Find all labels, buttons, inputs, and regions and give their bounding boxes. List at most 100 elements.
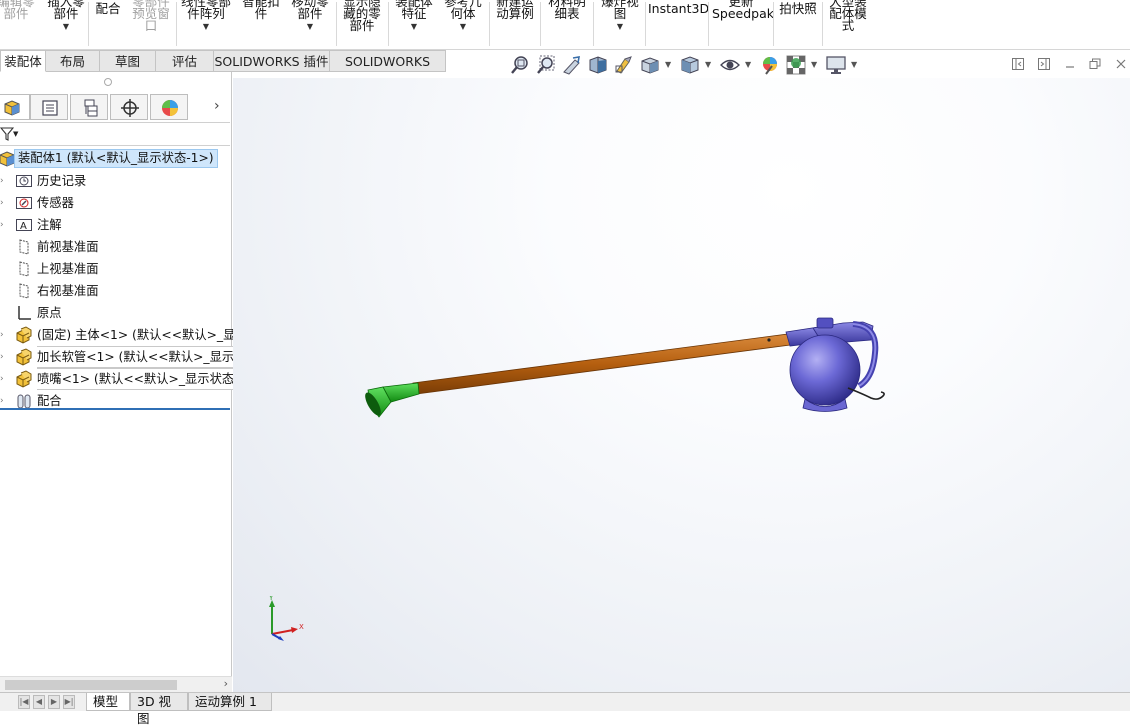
graphics-area[interactable]: Y X (233, 78, 1130, 692)
tree-item[interactable]: › 历史记录 (0, 170, 240, 192)
part-icon (15, 348, 33, 366)
chevron-down-icon[interactable]: ▼ (665, 60, 671, 69)
reference-triad: Y X (263, 594, 311, 650)
collapse-left-icon[interactable] (1011, 57, 1025, 73)
chevron-down-icon[interactable]: ▼ (178, 22, 234, 32)
dynamic-annotation-icon[interactable] (613, 54, 635, 78)
scroll-right-icon[interactable]: › (224, 677, 228, 690)
previous-tab-icon[interactable]: ◀ (33, 695, 45, 709)
propertymanager-icon[interactable] (30, 94, 68, 120)
reference-geometry-button[interactable]: 参考几 何体 ▼ (440, 0, 486, 44)
tab-model[interactable]: 模型 (86, 693, 130, 711)
tab-assembly[interactable]: 装配体 (0, 50, 46, 72)
chevron-down-icon[interactable]: ▼ (44, 22, 88, 32)
tab-solidworks-mbd[interactable]: SOLIDWORKS MBD (330, 50, 446, 90)
expand-arrow-icon[interactable]: › (0, 346, 4, 368)
expand-arrow-icon[interactable]: › (0, 192, 4, 214)
tree-item[interactable]: › 喷嘴<1> (默认<<默认>_显示状态 - (0, 368, 248, 390)
chevron-down-icon[interactable]: ▼ (745, 60, 751, 69)
configurationmanager-icon[interactable] (70, 94, 108, 120)
expand-arrow-icon[interactable]: › (0, 368, 4, 390)
smart-fasteners-button[interactable]: 智能扣 件 (238, 0, 284, 44)
tab-solidworks-addins[interactable]: SOLIDWORKS 插件 (214, 50, 330, 72)
bill-of-materials-button[interactable]: 材料明 细表 (544, 0, 590, 44)
chevron-down-icon[interactable]: ▼ (851, 60, 857, 69)
edit-component-button[interactable]: 编辑零 部件 (0, 0, 40, 44)
apply-scene-icon[interactable] (785, 54, 807, 78)
displaymanager-icon[interactable] (150, 94, 188, 120)
new-motion-study-button[interactable]: 新建运 动算例 (493, 0, 537, 44)
dimxpertmanager-icon[interactable] (110, 94, 148, 120)
tree-rollback-bar[interactable] (0, 408, 230, 410)
view-orientation-icon[interactable] (639, 54, 661, 78)
panel-resize-grip[interactable] (104, 78, 112, 86)
filter-icon[interactable] (0, 126, 15, 146)
tree-item[interactable]: 上视基准面 (0, 258, 240, 280)
tree-item-label: 喷嘴<1> (默认<<默认>_显示状态 - (37, 368, 248, 390)
tree-item[interactable]: 右视基准面 (0, 280, 240, 302)
view-settings-icon[interactable] (825, 54, 847, 78)
next-tab-icon[interactable]: ▶ (48, 695, 60, 709)
chevron-down-icon[interactable]: ▼ (13, 130, 18, 138)
tree-item-label: 上视基准面 (37, 262, 99, 276)
tab-evaluate[interactable]: 评估 (156, 50, 214, 72)
large-assembly-mode-button[interactable]: 大型装 配体模 式 (825, 0, 871, 44)
tab-3d-view[interactable]: 3D 视图 (130, 693, 188, 726)
tree-item[interactable]: › A 注解 (0, 214, 240, 236)
update-speedpak-button[interactable]: 更新 Speedpak (712, 0, 774, 44)
tree-item[interactable]: 前视基准面 (0, 236, 240, 258)
tab-motion-study-1[interactable]: 运动算例 1 (188, 693, 272, 711)
edit-appearance-icon[interactable] (759, 54, 781, 78)
chevron-down-icon[interactable]: ▼ (440, 22, 486, 32)
chevron-down-icon[interactable]: ▼ (811, 60, 817, 69)
expand-arrow-icon[interactable]: › (0, 170, 4, 192)
chevron-down-icon[interactable]: ▼ (705, 60, 711, 69)
chevron-down-icon[interactable]: ▼ (392, 22, 436, 32)
nozzle[interactable] (362, 382, 420, 418)
hide-show-items-icon[interactable] (719, 54, 741, 78)
chevron-down-icon[interactable]: ▼ (597, 22, 643, 32)
tab-layout[interactable]: 布局 (46, 50, 100, 72)
expand-arrow-icon[interactable]: › (0, 214, 4, 236)
collapse-right-icon[interactable] (1037, 57, 1051, 73)
chevron-down-icon[interactable]: ▼ (287, 22, 333, 32)
close-icon[interactable] (1114, 57, 1128, 73)
instant3d-button[interactable]: Instant3D (648, 2, 709, 51)
ribbon-separator (540, 2, 541, 46)
move-component-button[interactable]: 移动零 部件 ▼ (287, 0, 333, 44)
horizontal-scrollbar[interactable]: › (0, 676, 232, 692)
tree-item[interactable]: › 加长软管<1> (默认<<默认>_显示状 (0, 346, 252, 368)
featuremanager-tree-icon[interactable] (0, 94, 30, 120)
chevron-right-icon[interactable]: › (214, 98, 220, 114)
expand-arrow-icon[interactable]: › (0, 324, 4, 346)
command-manager-tabs: 装配体 布局 草图 评估 SOLIDWORKS 插件 SOLIDWORKS MB… (0, 50, 446, 90)
first-tab-icon[interactable]: |◀ (18, 695, 30, 709)
exploded-view-button[interactable]: 爆炸视 图 ▼ (597, 0, 643, 44)
tab-sketch[interactable]: 草图 (100, 50, 156, 72)
assembly-model[interactable] (233, 78, 1130, 692)
tree-root-assembly[interactable]: 装配体1 (默认<默认_显示状态-1>) (0, 148, 240, 170)
last-tab-icon[interactable]: ▶| (63, 695, 75, 709)
zoom-to-fit-icon[interactable] (509, 54, 531, 78)
tree-item[interactable]: › (固定) 主体<1> (默认<<默认>_显示 (0, 324, 248, 346)
scrollbar-thumb[interactable] (5, 680, 177, 690)
insert-components-button[interactable]: 插入零 部件 ▼ (44, 0, 88, 44)
origin-icon (15, 304, 33, 322)
main-body[interactable] (785, 317, 885, 412)
mate-button[interactable]: 配合 (92, 2, 124, 51)
tree-filter[interactable]: ▼ (0, 122, 230, 146)
take-snapshot-button[interactable]: 拍快照 (776, 2, 820, 51)
display-style-icon[interactable] (679, 54, 701, 78)
assembly-features-button[interactable]: 装配体 特征 ▼ (392, 0, 436, 44)
tree-item[interactable]: › 传感器 (0, 192, 240, 214)
component-preview-window-button[interactable]: 零部件 预览窗 口 (128, 0, 174, 44)
linear-component-pattern-button[interactable]: 线性零部 件阵列 ▼ (178, 0, 234, 44)
section-view-icon[interactable] (587, 54, 609, 78)
tree-item[interactable]: 原点 (0, 302, 240, 324)
restore-icon[interactable] (1088, 57, 1102, 73)
extension-hose[interactable] (412, 333, 791, 395)
zoom-to-area-icon[interactable] (535, 54, 557, 78)
minimize-icon[interactable] (1063, 57, 1077, 73)
previous-view-icon[interactable] (561, 54, 583, 78)
show-hidden-components-button[interactable]: 显示隐 藏的零 部件 (340, 0, 384, 44)
